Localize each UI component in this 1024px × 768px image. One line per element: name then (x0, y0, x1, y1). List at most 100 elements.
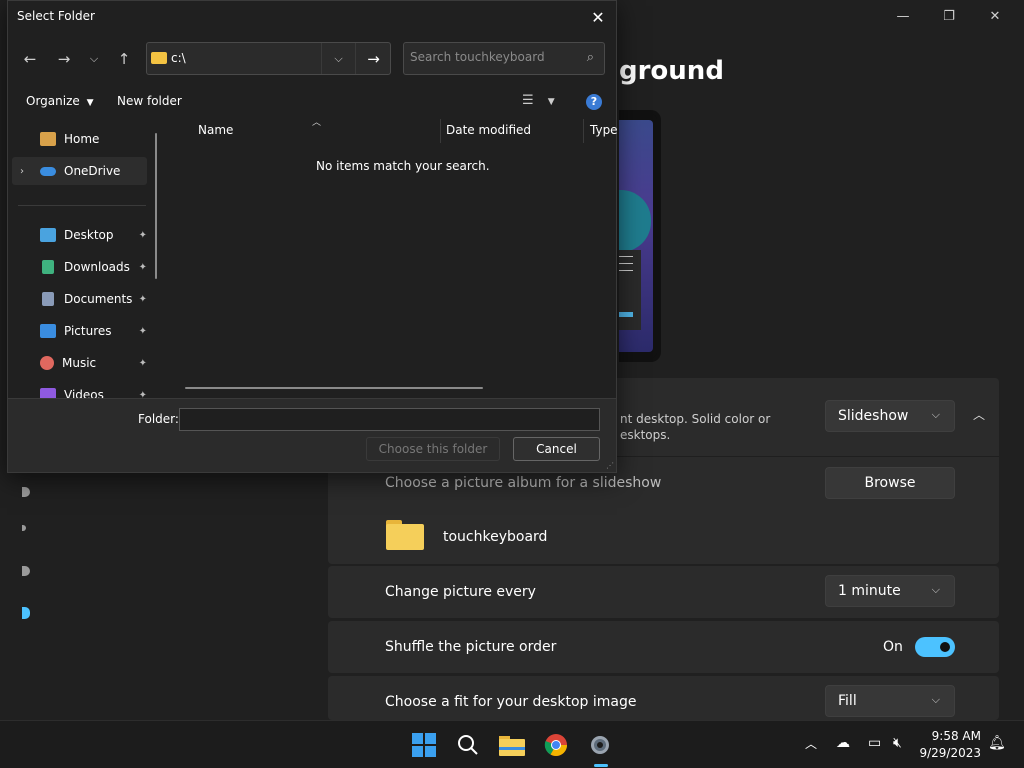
fit-dropdown[interactable]: Fill ⌵ (825, 685, 955, 717)
download-icon (42, 260, 54, 274)
back-arrow-icon[interactable]: ← (18, 47, 42, 71)
address-text[interactable]: c:\ (171, 51, 186, 65)
chevron-down-icon: ▼ (86, 98, 94, 108)
settings-taskbar-button[interactable] (584, 729, 616, 761)
column-header-name[interactable]: Name (198, 123, 233, 137)
close-icon[interactable]: ✕ (586, 5, 610, 29)
help-icon[interactable]: ? (586, 94, 602, 110)
minimize-icon[interactable]: — (880, 4, 926, 28)
folder-icon (386, 520, 424, 550)
change-picture-dropdown[interactable]: 1 minute ⌵ (825, 575, 955, 607)
change-picture-row: Change picture every 1 minute ⌵ (328, 566, 999, 618)
taskbar: ︿ ☁ ▭ 🔇︎ 9:58 AM 9/29/2023 🔔︎ (0, 720, 1024, 768)
volume-muted-icon[interactable]: 🔇︎ (893, 735, 902, 751)
search-icon[interactable]: ⌕ (587, 50, 594, 65)
nav-item-downloads[interactable]: Downloads ✦ (12, 253, 147, 281)
folder-label: Folder: (138, 412, 179, 426)
fit-row: Choose a fit for your desktop image Fill… (328, 676, 999, 720)
recent-locations-chevron-icon[interactable]: ⌵ (82, 47, 106, 71)
nav-item-label: Downloads (64, 260, 130, 274)
browse-button[interactable]: Browse (825, 467, 955, 499)
album-folder-name: touchkeyboard (443, 529, 548, 545)
nav-scrollbar[interactable] (155, 133, 157, 279)
nav-item-label: Music (62, 356, 97, 370)
chrome-icon (544, 734, 567, 756)
background-description-line1: nt desktop. Solid color or (620, 412, 771, 426)
pin-icon: ✦ (138, 325, 147, 337)
nav-item-label: Documents (64, 292, 133, 306)
nav-item-onedrive[interactable]: › OneDrive (12, 157, 147, 185)
column-divider[interactable] (440, 119, 441, 143)
file-list-pane: ︿ Name Date modified Type No items match… (165, 118, 618, 398)
network-icon[interactable]: ▭ (868, 735, 881, 751)
sidebar-item-icon[interactable] (22, 525, 26, 531)
pin-icon: ✦ (138, 229, 147, 241)
dialog-footer: Folder: Choose this folder Cancel ⋰ (8, 398, 616, 472)
go-arrow-icon[interactable]: → (355, 43, 391, 74)
horizontal-scrollbar[interactable] (185, 387, 483, 389)
nav-item-desktop[interactable]: Desktop ✦ (12, 221, 147, 249)
sort-ascending-icon: ︿ (312, 118, 322, 128)
clock-time[interactable]: 9:58 AM (932, 729, 981, 743)
chevron-right-icon[interactable]: › (20, 166, 24, 177)
page-title: ground (619, 56, 724, 86)
notification-bell-icon[interactable]: 🔔︎ (988, 735, 1006, 751)
gear-icon (591, 736, 609, 754)
preview-window (619, 250, 641, 330)
column-header-date-modified[interactable]: Date modified (446, 123, 531, 137)
shuffle-label: Shuffle the picture order (385, 639, 557, 655)
column-header-type[interactable]: Type (590, 123, 618, 137)
search-input[interactable] (410, 50, 570, 64)
nav-item-pictures[interactable]: Pictures ✦ (12, 317, 147, 345)
new-folder-button[interactable]: New folder (117, 94, 182, 108)
settings-window-controls: — ❐ ✕ (880, 4, 1018, 28)
up-arrow-icon[interactable]: ↑ (112, 47, 136, 71)
collapse-chevron-icon[interactable]: ︿ (973, 406, 985, 423)
video-icon (40, 388, 56, 398)
nav-item-videos[interactable]: Videos ✦ (12, 381, 147, 398)
pin-icon: ✦ (138, 293, 147, 305)
choose-folder-button[interactable]: Choose this folder (366, 437, 500, 461)
cloud-offline-icon[interactable]: ☁ (836, 735, 850, 751)
column-divider[interactable] (583, 119, 584, 143)
chevron-up-icon[interactable]: ︿ (805, 735, 817, 752)
sidebar-item-icon[interactable] (22, 487, 30, 497)
music-icon (40, 356, 54, 370)
start-button[interactable] (408, 729, 440, 761)
pin-icon: ✦ (138, 389, 147, 399)
nav-item-label: Pictures (64, 324, 112, 338)
resize-grip-icon[interactable]: ⋰ (606, 461, 614, 470)
forward-arrow-icon[interactable]: → (52, 47, 76, 71)
desktop-preview (619, 110, 661, 362)
file-explorer-button[interactable] (496, 729, 528, 761)
chevron-down-icon: ⌵ (931, 408, 940, 421)
restore-icon[interactable]: ❐ (926, 4, 972, 28)
organize-label: Organize (26, 94, 80, 108)
close-icon[interactable]: ✕ (972, 4, 1018, 28)
nav-item-music[interactable]: Music ✦ (12, 349, 147, 377)
search-box[interactable]: ⌕ (403, 42, 605, 75)
nav-item-home[interactable]: Home (12, 125, 147, 153)
nav-item-label: Desktop (64, 228, 114, 242)
album-label: Choose a picture album for a slideshow (385, 475, 662, 491)
sidebar-item-icon[interactable] (22, 607, 30, 619)
address-bar[interactable]: c:\ ⌵ → (146, 42, 391, 75)
organize-menu[interactable]: Organize ▼ (26, 94, 94, 108)
nav-item-documents[interactable]: Documents ✦ (12, 285, 147, 313)
background-type-dropdown[interactable]: Slideshow ⌵ (825, 400, 955, 432)
address-dropdown-chevron-icon[interactable]: ⌵ (321, 43, 355, 74)
shuffle-toggle[interactable] (915, 637, 955, 657)
chevron-down-icon: ▼ (547, 97, 555, 107)
search-taskbar-button[interactable] (452, 729, 484, 761)
cancel-button[interactable]: Cancel (513, 437, 600, 461)
clock-date[interactable]: 9/29/2023 (919, 746, 981, 760)
chrome-button[interactable] (540, 729, 572, 761)
sidebar-item-icon[interactable] (22, 566, 30, 576)
view-options[interactable]: ☰ ▼ (522, 93, 555, 108)
background-description-line2: esktops. (620, 428, 671, 442)
folder-icon (151, 52, 167, 64)
folder-field[interactable] (179, 408, 600, 431)
fit-value: Fill (838, 693, 857, 709)
home-icon (40, 132, 56, 146)
document-icon (42, 292, 54, 306)
